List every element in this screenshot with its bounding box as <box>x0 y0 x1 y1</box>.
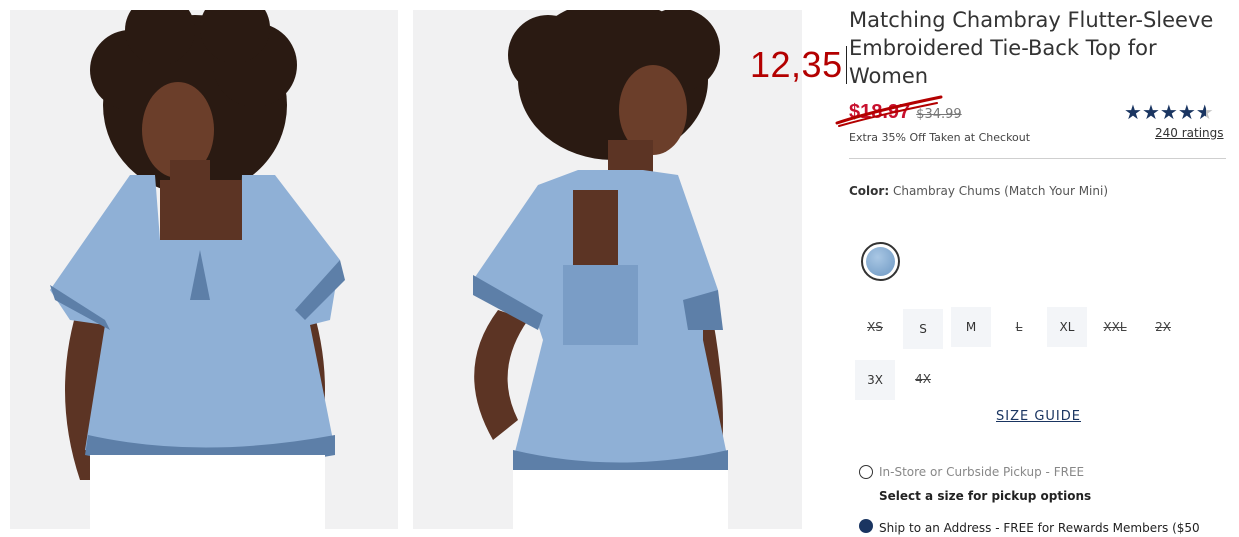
size-4x[interactable]: 4X <box>903 359 943 399</box>
size-3x[interactable]: 3X <box>855 360 895 400</box>
size-2x[interactable]: 2X <box>1143 307 1183 347</box>
color-swatch-selected[interactable] <box>861 242 900 281</box>
model-front-illustration <box>10 10 398 529</box>
price-row: $18.97 $34.99 <box>835 95 962 127</box>
size-s[interactable]: S <box>903 309 943 349</box>
product-image-front[interactable] <box>10 10 398 529</box>
promo-text: Extra 35% Off Taken at Checkout <box>849 131 1031 144</box>
size-guide-link[interactable]: SIZE GUIDE <box>996 409 1081 424</box>
size-xl[interactable]: XL <box>1047 307 1087 347</box>
divider <box>849 158 1226 159</box>
color-value: Chambray Chums (Match Your Mini) <box>892 184 1108 198</box>
model-back-illustration <box>413 10 802 529</box>
color-label-row: Color: Chambray Chums (Match Your Mini) <box>849 184 1108 198</box>
pickup-note: Select a size for pickup options <box>879 489 1092 503</box>
half-star-icon: ★ <box>1195 100 1214 124</box>
pickup-option-label[interactable]: In-Store or Curbside Pickup - FREE <box>879 465 1084 479</box>
ship-option-label[interactable]: Ship to an Address - FREE for Rewards Me… <box>879 521 1200 535</box>
color-label: Color: <box>849 184 890 198</box>
ratings-link[interactable]: 240 ratings <box>1155 126 1224 140</box>
swatch-fill <box>866 247 895 276</box>
handwritten-price-annotation: 12,35 <box>750 44 843 85</box>
product-image-back[interactable] <box>413 10 802 529</box>
star-rating[interactable]: ★ ★ ★ ★ ★ <box>1124 101 1214 123</box>
size-l[interactable]: L <box>999 307 1039 347</box>
sale-price-text: $18.97 <box>849 101 911 123</box>
size-xs[interactable]: XS <box>855 307 895 347</box>
star-icon: ★ <box>1159 100 1178 124</box>
size-m[interactable]: M <box>951 307 991 347</box>
star-icon: ★ <box>1177 100 1196 124</box>
annotation-cursor-bar <box>846 46 847 84</box>
pickup-radio[interactable] <box>859 465 873 479</box>
star-icon: ★ <box>1141 100 1160 124</box>
star-icon: ★ <box>1124 100 1142 124</box>
size-xxl[interactable]: XXL <box>1095 307 1135 347</box>
product-title: Matching Chambray Flutter-Sleeve Embroid… <box>849 8 1214 88</box>
ship-radio[interactable] <box>859 519 873 533</box>
sale-price: $18.97 <box>835 95 943 127</box>
original-price: $34.99 <box>916 107 962 122</box>
